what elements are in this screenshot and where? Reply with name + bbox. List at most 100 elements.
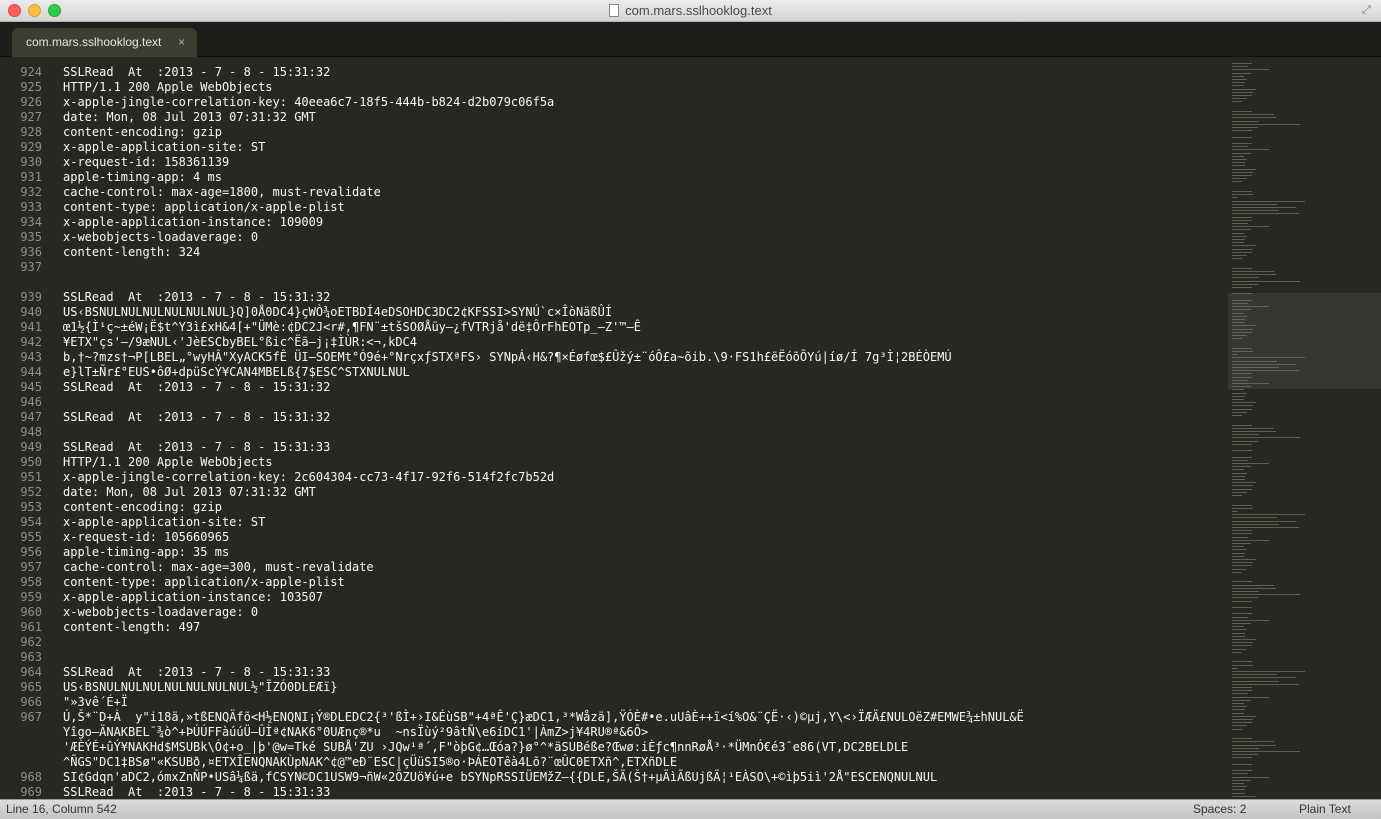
line-text: SSLRead At :2013 - 7 - 8 - 15:31:32 <box>63 290 331 304</box>
code-line[interactable]: 965 US‹BSNULNULNULNULNULNULNUL½"ÏZÓ0DLEÆï… <box>0 680 1225 695</box>
minimap-line <box>1232 283 1259 285</box>
code-line[interactable]: 933 content-type: application/x-apple-pli… <box>0 200 1225 215</box>
window-title-group: com.mars.sslhooklog.text <box>0 3 1381 18</box>
code-line[interactable]: 928 content-encoding: gzip <box>0 125 1225 140</box>
code-line[interactable]: 963 <box>0 650 1225 665</box>
code-line[interactable]: 953 content-encoding: gzip <box>0 500 1225 515</box>
code-line[interactable]: 967 Ú,Š*¨D+À y"i18ä,»tßENQÄfõ<H½ENQNI¡Ý®D… <box>0 710 1225 725</box>
code-line[interactable]: ^ÑGS"DC1‡BSø"«KSUBð,¤ETXÎENQNAKÙpNAK^¢@™… <box>0 755 1225 770</box>
line-text: content-length: 324 <box>63 245 201 259</box>
minimap-line <box>1232 789 1245 791</box>
code-line[interactable]: 943 b,†~?mzs†¬P[LBEL„°wyHÂ"XyACK5fÊ ÜI–SO… <box>0 350 1225 365</box>
minimap-line <box>1232 763 1253 765</box>
minimap-line <box>1232 373 1253 375</box>
minimap-line <box>1232 98 1247 100</box>
minimap-line <box>1232 687 1253 688</box>
code-line[interactable]: 955 x-request-id: 105660965 <box>0 530 1225 545</box>
code-view[interactable]: 924 SSLRead At :2013 - 7 - 8 - 15:31:32 92… <box>0 65 1225 799</box>
code-line[interactable]: 947 SSLRead At :2013 - 7 - 8 - 15:31:32 <box>0 410 1225 425</box>
minimap-line <box>1232 511 1238 512</box>
line-number: 943 <box>20 350 42 364</box>
indentation-setting[interactable]: Spaces: 2 <box>1193 800 1246 819</box>
code-line[interactable] <box>0 275 1225 290</box>
minimap-line <box>1232 517 1277 519</box>
code-line[interactable]: 944 e}lT±Ñr£°EUS•ôØ+dpüScÝ¥CAN4MBELß{7$ES… <box>0 365 1225 380</box>
code-line[interactable]: 966 "»3vê´É+Ï <box>0 695 1225 710</box>
code-line[interactable]: 935 x-webobjects-loadaverage: 0 <box>0 230 1225 245</box>
code-line[interactable]: 934 x-apple-application-instance: 109009 <box>0 215 1225 230</box>
code-line[interactable]: 929 x-apple-application-site: ST <box>0 140 1225 155</box>
code-line[interactable]: 958 content-type: application/x-apple-pli… <box>0 575 1225 590</box>
line-number: 946 <box>20 395 42 409</box>
code-line[interactable]: 927 date: Mon, 08 Jul 2013 07:31:32 GMT <box>0 110 1225 125</box>
minimap-line <box>1232 379 1248 381</box>
syntax-selector[interactable]: Plain Text <box>1299 800 1351 819</box>
line-number: 933 <box>20 200 42 214</box>
code-line[interactable]: 951 x-apple-jingle-correlation-key: 2c604… <box>0 470 1225 485</box>
minimap-line <box>1232 315 1248 317</box>
minimap-line <box>1232 571 1243 573</box>
code-line[interactable]: 948 <box>0 425 1225 440</box>
minimap-line <box>1232 712 1245 714</box>
code-line[interactable]: 956 apple-timing-app: 35 ms <box>0 545 1225 560</box>
code-line[interactable]: 'ÆÈÝÉ+ûÝ¥NAKHd$MSUBk\Ó¢+o_|þ'@w=Tké SUBÅ… <box>0 740 1225 755</box>
code-line[interactable]: 962 <box>0 635 1225 650</box>
minimap-line <box>1232 475 1245 477</box>
cursor-position: Line 16, Column 542 <box>6 802 117 816</box>
code-line[interactable]: 942 ¥ETX"çs'–/9æNUL‹'JèESCbyBEL°ßic^Ëã–j¡… <box>0 335 1225 350</box>
minimap-line <box>1232 91 1254 93</box>
tab-close-icon[interactable]: × <box>178 28 185 57</box>
code-line[interactable]: 946 <box>0 395 1225 410</box>
editor-area[interactable]: 924 SSLRead At :2013 - 7 - 8 - 15:31:32 92… <box>0 57 1381 799</box>
minimap-line <box>1232 386 1252 388</box>
line-text: ^ÑGS"DC1‡BSø"«KSUBð,¤ETXÎENQNAKÙpNAK^¢@™… <box>63 755 678 769</box>
minimap-line <box>1232 191 1253 192</box>
code-line[interactable]: 968 SI¢Gdqn'aDC2,ómxZnÑP•USâ¼ßä,fCSYN©DC1… <box>0 770 1225 785</box>
minimap-line <box>1232 402 1257 404</box>
minimap-line <box>1232 405 1254 407</box>
code-line[interactable]: 936 content-length: 324 <box>0 245 1225 260</box>
code-line[interactable]: 926 x-apple-jingle-correlation-key: 40eea… <box>0 95 1225 110</box>
code-line[interactable]: 941 œ1½{Ì¹ç~±éW¡Ë$t^Y3ì£xH&4[+"ÜMè:¢DC2J<… <box>0 320 1225 335</box>
minimap-line <box>1232 287 1253 288</box>
code-line[interactable]: 954 x-apple-application-site: ST <box>0 515 1225 530</box>
minimap-line <box>1232 389 1245 391</box>
minimap-line <box>1232 770 1253 772</box>
code-line[interactable]: 961 content-length: 497 <box>0 620 1225 635</box>
code-line[interactable]: 939 SSLRead At :2013 - 7 - 8 - 15:31:32 <box>0 290 1225 305</box>
minimap-line <box>1232 82 1245 84</box>
minimap-line <box>1232 690 1253 692</box>
code-line[interactable]: Yîgo–ÄNAKBEL¯¾ò^+ÞÚÚFFàúúÜ–ÛÌª¢NAK6°0UÆn… <box>0 725 1225 740</box>
code-line[interactable]: 957 cache-control: max-age=300, must-reva… <box>0 560 1225 575</box>
tab-active-file[interactable]: com.mars.sslhooklog.text × <box>12 28 197 57</box>
line-number: 957 <box>20 560 42 574</box>
minimap-line <box>1232 424 1253 426</box>
minimap-line <box>1232 779 1252 781</box>
code-line[interactable]: 932 cache-control: max-age=1800, must-rev… <box>0 185 1225 200</box>
minimap-viewport[interactable] <box>1228 293 1381 389</box>
code-line[interactable]: 952 date: Mon, 08 Jul 2013 07:31:32 GMT <box>0 485 1225 500</box>
minimap-line <box>1232 757 1253 759</box>
code-line[interactable]: 925 HTTP/1.1 200 Apple WebObjects <box>0 80 1225 95</box>
code-line[interactable]: 950 HTTP/1.1 200 Apple WebObjects <box>0 455 1225 470</box>
minimap[interactable] <box>1228 57 1381 799</box>
minimap-line <box>1232 773 1248 775</box>
code-line[interactable]: 940 US‹BSNULNULNULNULNULNUL}Q]0Å0DC4}çWÒ¾… <box>0 305 1225 320</box>
code-line[interactable]: 960 x-webobjects-loadaverage: 0 <box>0 605 1225 620</box>
code-line[interactable]: 931 apple-timing-app: 4 ms <box>0 170 1225 185</box>
fullscreen-icon[interactable]: ⤢ <box>1362 4 1375 17</box>
minimap-line <box>1232 674 1277 676</box>
code-line[interactable]: 959 x-apple-application-instance: 103507 <box>0 590 1225 605</box>
code-line[interactable]: 924 SSLRead At :2013 - 7 - 8 - 15:31:32 <box>0 65 1225 80</box>
code-line[interactable]: 964 SSLRead At :2013 - 7 - 8 - 15:31:33 <box>0 665 1225 680</box>
line-number: 964 <box>20 665 42 679</box>
code-line[interactable]: 930 x-request-id: 158361139 <box>0 155 1225 170</box>
code-line[interactable]: 945 SSLRead At :2013 - 7 - 8 - 15:31:32 <box>0 380 1225 395</box>
minimap-line <box>1232 539 1270 541</box>
code-line[interactable]: 937 <box>0 260 1225 275</box>
code-line[interactable]: 949 SSLRead At :2013 - 7 - 8 - 15:31:33 <box>0 440 1225 455</box>
line-number: 941 <box>20 320 42 334</box>
minimap-line <box>1232 719 1254 720</box>
minimap-line <box>1232 607 1253 608</box>
code-line[interactable]: 969 SSLRead At :2013 - 7 - 8 - 15:31:33 <box>0 785 1225 799</box>
